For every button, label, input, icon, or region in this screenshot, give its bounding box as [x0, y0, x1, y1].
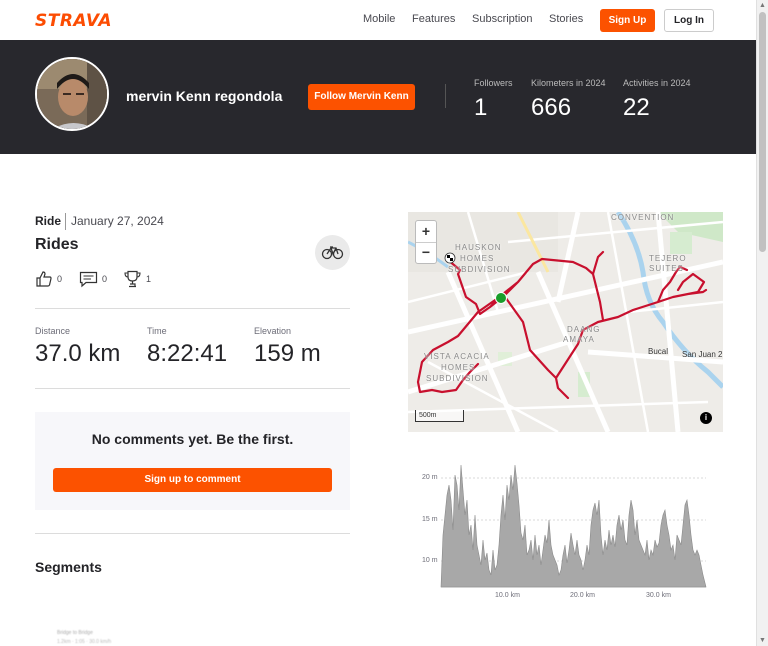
divider — [35, 308, 350, 309]
divider — [35, 388, 350, 389]
sport-type-badge — [315, 235, 350, 270]
nav-link-subscription[interactable]: Subscription — [472, 13, 533, 25]
activity-title: Rides — [35, 236, 79, 253]
followers-value: 1 — [474, 94, 488, 121]
map-label-tejero: TEJERO — [649, 254, 687, 263]
map-label-bucal: Bucal — [648, 347, 669, 356]
log-in-button[interactable]: Log In — [664, 9, 714, 32]
distance-tick-20km: 20.0 km — [570, 592, 595, 599]
map-label-san-juan: San Juan 2 — [682, 350, 723, 359]
map-label-subdivision: SUBDIVISION — [448, 265, 511, 274]
followers-label: Followers — [474, 78, 513, 88]
map-label-homes-2: HOMES — [441, 363, 476, 372]
bicycle-icon — [321, 246, 344, 260]
map-label-hauskon: HAUSKON — [455, 243, 502, 252]
kilometers-value: 666 — [531, 94, 572, 121]
trophy-icon — [124, 270, 141, 288]
segment-name-blurred[interactable]: Bridge to Bridge — [57, 630, 93, 636]
strava-logo[interactable]: STRAVA — [35, 11, 112, 31]
thumbs-up-icon — [36, 271, 52, 287]
map-zoom-control: + − — [415, 220, 437, 264]
sign-up-to-comment-button[interactable]: Sign up to comment — [53, 468, 332, 492]
distance-label: Distance — [35, 326, 71, 336]
map-label-convention: CONVENTION — [611, 213, 675, 222]
kudos-control[interactable]: 0 — [35, 270, 62, 288]
scroll-up-icon[interactable]: ▲ — [759, 2, 766, 9]
distance-tick-10km: 10.0 km — [495, 592, 520, 599]
elevation-label: Elevation — [254, 326, 292, 336]
comments-panel: No comments yet. Be the first. Sign up t… — [35, 412, 350, 510]
elevation-chart[interactable]: 20 m 15 m 10 m 10.0 km 20.0 km 30.0 km — [408, 455, 723, 605]
map-scale-bar: 500m — [415, 410, 464, 422]
activity-type: Ride — [35, 214, 62, 228]
elevation-tick-10: 10 m — [422, 557, 438, 564]
zoom-out-button[interactable]: − — [416, 242, 436, 263]
divider — [35, 533, 350, 534]
zoom-in-button[interactable]: + — [416, 221, 436, 242]
nav-link-features[interactable]: Features — [412, 13, 455, 25]
elevation-tick-15: 15 m — [422, 516, 438, 523]
achievements-count: 1 — [146, 274, 152, 284]
follow-button[interactable]: Follow Mervin Kenn — [308, 84, 415, 110]
elevation-value: 159 m — [254, 340, 321, 367]
scroll-down-icon[interactable]: ▼ — [759, 637, 766, 644]
comments-control[interactable]: 0 — [79, 270, 107, 288]
scroll-thumb[interactable] — [759, 12, 766, 252]
page-scrollbar[interactable]: ▲ ▼ — [756, 0, 768, 646]
activity-date: January 27, 2024 — [71, 214, 164, 228]
athlete-avatar[interactable] — [35, 57, 109, 131]
map-label-daang: DAANG — [567, 325, 601, 334]
segments-heading: Segments — [35, 559, 102, 575]
no-comments-text: No comments yet. Be the first. — [91, 431, 294, 447]
achievements-control[interactable]: 1 — [123, 270, 151, 288]
distance-value: 37.0 km — [35, 340, 121, 367]
map-label-vista-acacia: VISTA ACACIA — [424, 352, 490, 361]
sign-up-button[interactable]: Sign Up — [600, 9, 655, 32]
map-info-icon[interactable]: i — [700, 412, 712, 424]
map-label-amaya: AMAYA — [563, 335, 595, 344]
comment-icon — [79, 271, 98, 288]
segment-stats-blurred: 1.2km · 1:05 · 30.0 km/h — [57, 639, 112, 645]
activities-value: 22 — [623, 94, 650, 121]
time-value: 8:22:41 — [147, 340, 228, 367]
activities-label: Activities in 2024 — [623, 78, 691, 88]
kudos-count: 0 — [57, 274, 63, 284]
time-label: Time — [147, 326, 167, 336]
kilometers-label: Kilometers in 2024 — [531, 78, 606, 88]
elevation-profile-area — [440, 464, 707, 588]
elevation-tick-20: 20 m — [422, 474, 438, 481]
map-label-suites: SUITES — [649, 264, 684, 273]
top-nav: STRAVA Mobile Features Subscription Stor… — [0, 0, 756, 40]
distance-tick-30km: 30.0 km — [646, 592, 671, 599]
type-date-divider — [65, 213, 66, 230]
finish-flag-icon — [444, 252, 456, 264]
athlete-name[interactable]: mervin Kenn regondola — [126, 88, 282, 104]
nav-link-mobile[interactable]: Mobile — [363, 13, 395, 25]
map-label-homes: HOMES — [460, 254, 495, 263]
comments-count: 0 — [102, 274, 108, 284]
header-divider — [445, 84, 446, 108]
nav-link-stories[interactable]: Stories — [549, 13, 583, 25]
map-label-subdivision-2: SUBDIVISION — [426, 374, 489, 383]
route-map[interactable]: CONVENTION TEJERO SUITES HAUSKON HOMES S… — [408, 212, 723, 432]
